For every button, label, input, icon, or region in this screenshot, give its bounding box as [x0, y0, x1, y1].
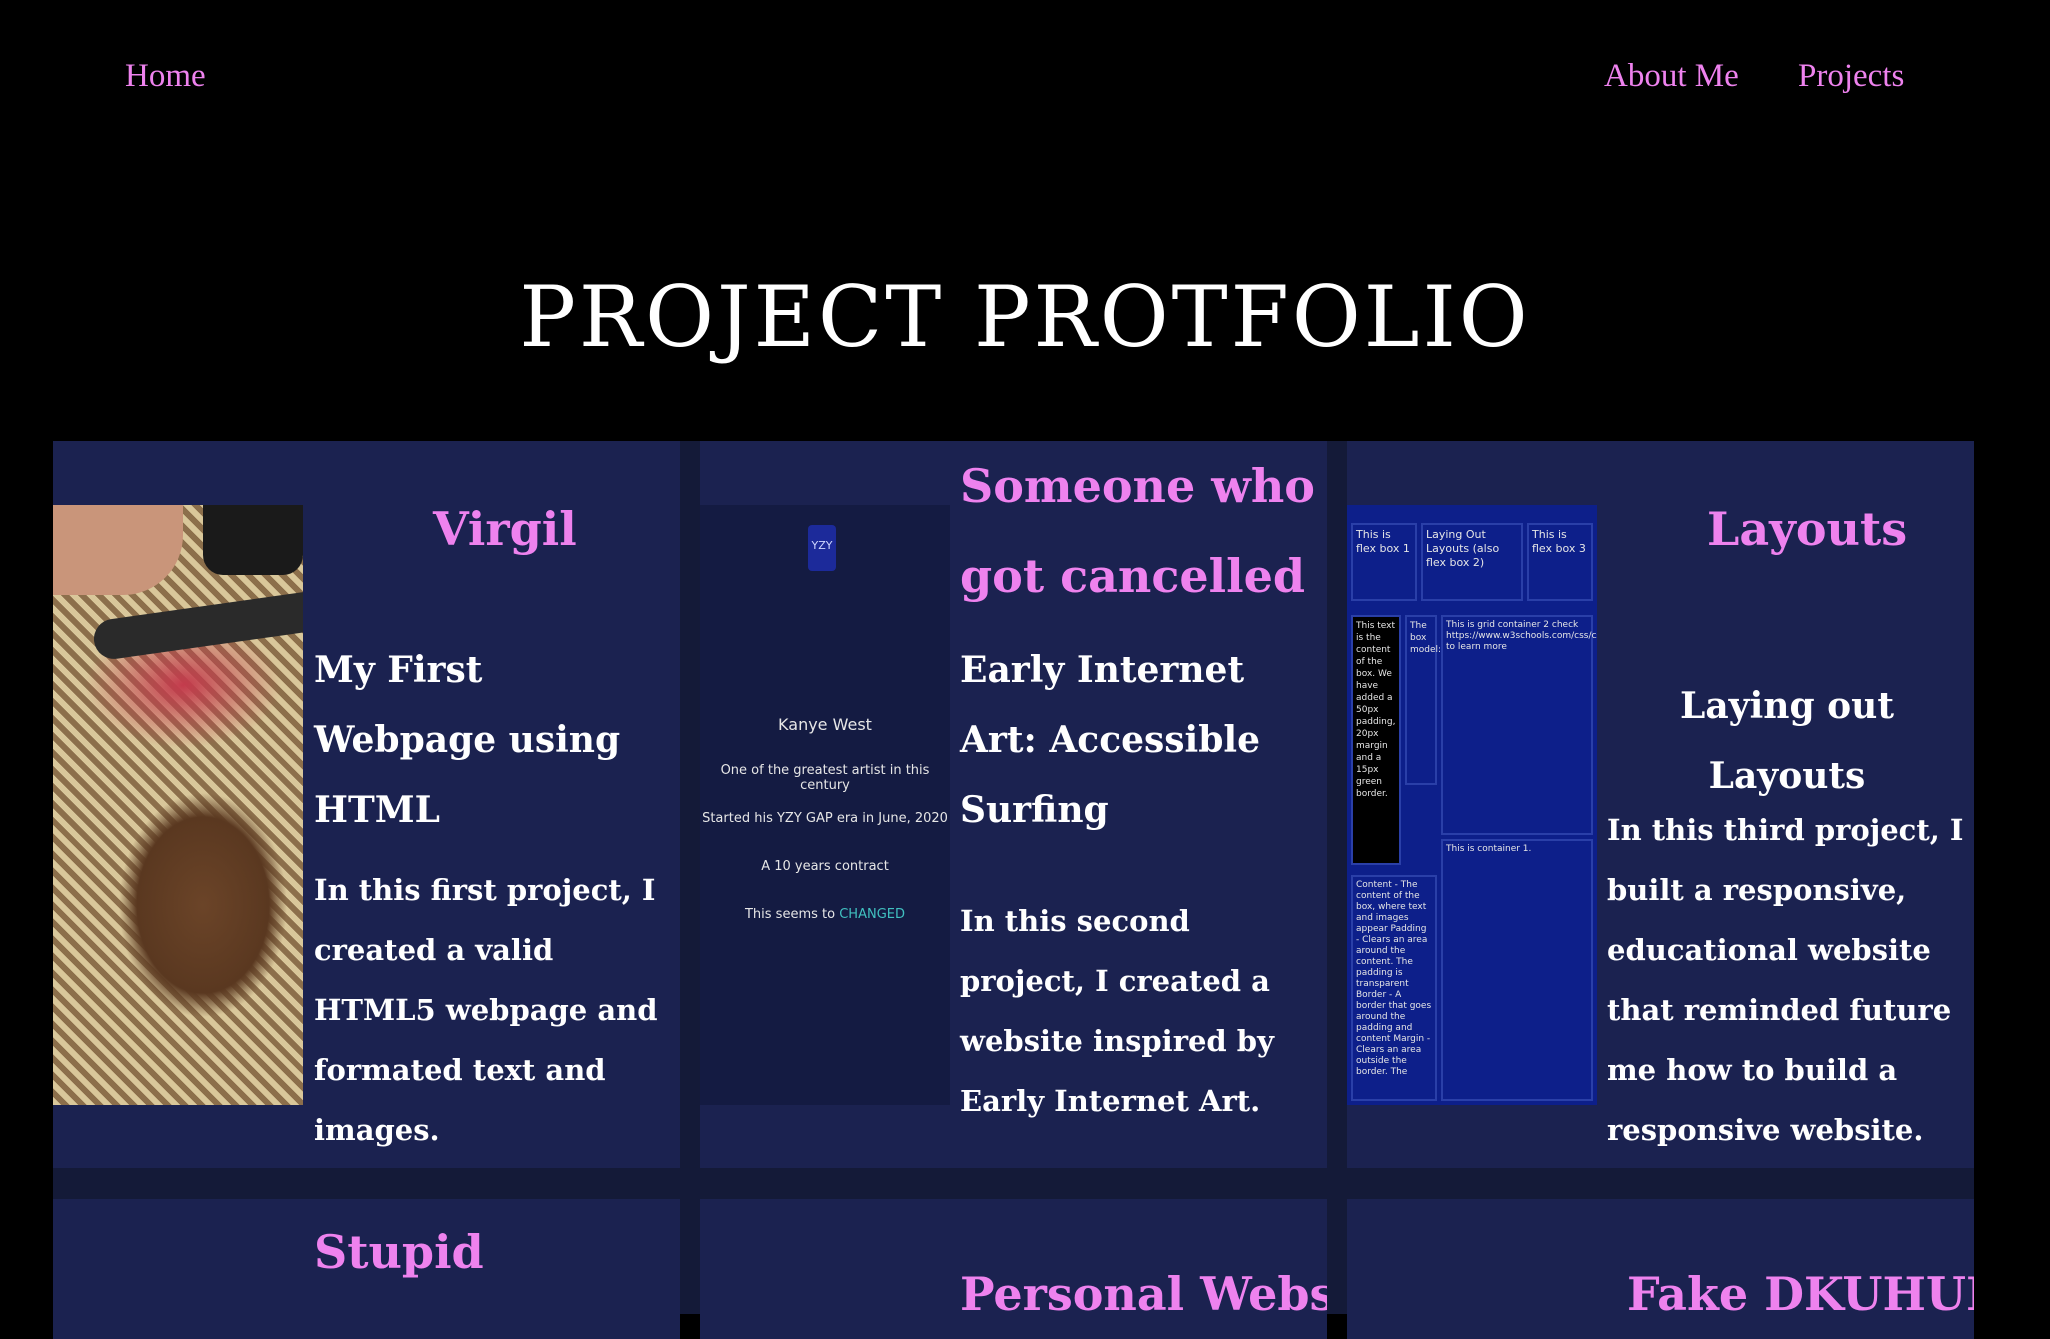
art-line-4: A 10 years contract — [761, 859, 889, 874]
box-model-label: The box model: — [1405, 615, 1441, 785]
art-line-3: Started his YZY GAP era in June, 2020 — [702, 811, 948, 826]
project-description: In this third project, I built a respons… — [1607, 813, 1964, 1147]
art-line-5: This seems to CHANGED — [700, 907, 950, 922]
grid-container-1: This is container 1. — [1441, 839, 1593, 1101]
art-line-5-text: This seems to — [744, 907, 836, 922]
project-card-personal-website[interactable]: Personal Website — [700, 1199, 1327, 1339]
project-card-cancelled[interactable]: YZY Kanye West One of the greatest artis… — [700, 441, 1327, 1168]
project-card-fake-dkuhub[interactable]: Fake DKUHUB — [1347, 1199, 1974, 1339]
project-title: Layouts — [1707, 502, 1908, 556]
project-thumbnail-layouts[interactable]: This is flex box 1 Laying Out Layouts (a… — [1347, 505, 1597, 1105]
flex-box-1: This is flex box 1 — [1351, 523, 1417, 601]
project-grid: Virgil My First Webpage using HTML In th… — [53, 441, 1974, 1339]
project-thumbnail-virgil[interactable] — [53, 505, 303, 1105]
project-title: Fake DKUHUB — [1627, 1267, 1974, 1321]
nav-projects-link[interactable]: Projects — [1798, 58, 1904, 95]
yzy-badge: YZY — [808, 525, 836, 571]
nav-about-link[interactable]: About Me — [1604, 58, 1739, 95]
project-description: In this second project, I created a webs… — [960, 904, 1274, 1118]
nav-home-link[interactable]: Home — [125, 58, 206, 95]
badge-text: YZY — [811, 539, 833, 552]
grid-container-2: This is grid container 2 check https://w… — [1441, 615, 1597, 835]
project-description: In this first project, I created a valid… — [314, 873, 658, 1147]
flex-box-3: This is flex box 3 — [1527, 523, 1593, 601]
flex-box-2: Laying Out Layouts (also flex box 2) — [1421, 523, 1523, 601]
project-title: Stupid — [314, 1225, 484, 1279]
project-subtitle: Laying out Layouts — [1680, 685, 1894, 797]
project-subtitle: My First Webpage using HTML — [314, 649, 621, 831]
project-card-stupid[interactable]: Stupid — [53, 1199, 680, 1339]
art-line-1: Kanye West — [778, 715, 872, 734]
box-model-sample: This text is the content of the box. We … — [1351, 615, 1401, 865]
wristband-shape — [203, 505, 303, 575]
project-title: Someone who got cancelled — [960, 459, 1315, 603]
project-title: Personal Website — [960, 1267, 1327, 1321]
project-card-virgil[interactable]: Virgil My First Webpage using HTML In th… — [53, 441, 680, 1168]
project-subtitle: Early Internet Art: Accessible Surfing — [960, 649, 1260, 831]
box-model-content: Content - The content of the box, where … — [1351, 875, 1437, 1101]
art-thumbnail: YZY Kanye West One of the greatest artis… — [700, 505, 950, 1105]
project-card-layouts[interactable]: This is flex box 1 Laying Out Layouts (a… — [1347, 441, 1974, 1168]
project-title: Virgil — [433, 502, 577, 556]
project-thumbnail-cancelled[interactable]: YZY Kanye West One of the greatest artis… — [700, 505, 950, 1105]
page-title: PROJECT PROTFOLIO — [519, 268, 1531, 366]
art-line-2: One of the greatest artist in this centu… — [720, 763, 930, 793]
art-highlight: CHANGED — [839, 907, 905, 922]
layout-thumbnail: This is flex box 1 Laying Out Layouts (a… — [1347, 505, 1597, 1105]
portrait-photo — [53, 505, 303, 1105]
